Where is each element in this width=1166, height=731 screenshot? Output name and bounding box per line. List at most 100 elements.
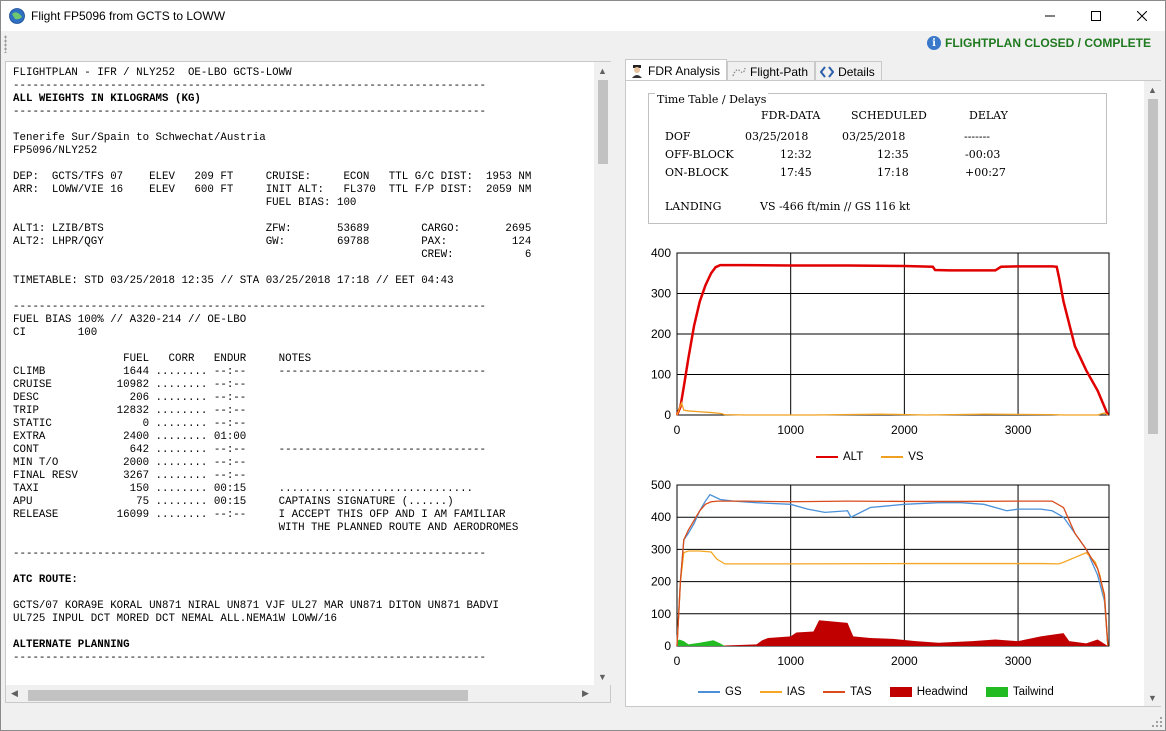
scroll-right-arrow-icon[interactable]: ▶ [577, 685, 594, 702]
ofp-line: CREW: 6 [13, 249, 532, 261]
resize-grip-icon[interactable] [1151, 716, 1163, 728]
legend-item-tas: TAS [823, 686, 872, 698]
ofp-line: CRUISE 10982 ........ --:-- [13, 379, 247, 391]
x-tick-label: 2000 [891, 423, 918, 437]
tab-details[interactable]: Details [815, 61, 882, 81]
legend-swatch [985, 687, 1008, 697]
series-line-tas [676, 500, 1109, 647]
fdr-analysis-panel: Time Table / Delays FDR-DATA SCHEDULED D… [625, 80, 1161, 707]
ofp-horizontal-scrollbar[interactable]: ◀ ▶ [6, 685, 610, 702]
close-button[interactable] [1119, 1, 1165, 31]
scroll-up-arrow-icon[interactable]: ▲ [1144, 81, 1161, 98]
timetable-header-fdr: FDR-DATA [761, 109, 821, 122]
analysis-tabs: FDR Analysis Flight-Path Details [625, 59, 882, 81]
timetable-group: Time Table / Delays FDR-DATA SCHEDULED D… [648, 93, 1107, 224]
ofp-line [13, 262, 593, 275]
timetable-delay-value: +00:27 [965, 166, 1006, 179]
y-tick-label: 300 [651, 287, 671, 301]
globe-icon [9, 8, 25, 24]
ofp-line: GCTS/07 KORA9E KORAL UN871 NIRAL UN871 V… [13, 600, 499, 612]
x-tick-label: 1000 [777, 423, 804, 437]
legend-label: GS [725, 686, 742, 698]
ofp-line [13, 626, 593, 639]
ofp-line [13, 210, 593, 223]
ofp-horizontal-scroll-thumb[interactable] [28, 690, 468, 701]
minimize-icon [1045, 15, 1055, 17]
scroll-down-arrow-icon[interactable]: ▼ [594, 668, 611, 685]
ofp-line: CONT 642 ........ --:-- ----------------… [13, 444, 486, 456]
landing-value: VS -466 ft/min // GS 116 kt [760, 200, 911, 213]
tab-label: Flight-Path [750, 64, 809, 79]
title-bar: Flight FP5096 from GCTS to LOWW [1, 1, 1165, 31]
ofp-line: TIMETABLE: STD 03/25/2018 12:35 // STA 0… [13, 275, 454, 287]
ofp-text[interactable]: FLIGHTPLAN - IFR / NLY252 OE-LBO GCTS-LO… [13, 67, 593, 679]
ofp-line: FP5096/NLY252 [13, 145, 98, 157]
timetable-delay-value: ------- [964, 130, 991, 143]
altitude-vs-chart: 0 1000 2000 3000 0 100 200 300 400 [651, 246, 1110, 437]
timetable-title: Time Table / Delays [655, 93, 769, 106]
timetable-row-label: DOF [665, 130, 691, 143]
ofp-line: MIN T/O 2000 ........ --:-- [13, 457, 247, 469]
dotted-path-icon [732, 67, 746, 76]
ofp-line: EXTRA 2400 ........ 01:00 [13, 431, 247, 443]
ofp-line: ----------------------------------------… [13, 80, 486, 92]
ofp-line [13, 340, 593, 353]
ofp-line: FLIGHTPLAN - IFR / NLY252 OE-LBO GCTS-LO… [13, 67, 292, 79]
legend-swatch [816, 456, 838, 458]
ofp-line: CI 100 [13, 327, 98, 339]
ofp-line [13, 288, 593, 301]
analysis-vertical-scroll-thumb[interactable] [1148, 99, 1158, 434]
flight-window: Flight FP5096 from GCTS to LOWW i FLIGHT… [0, 0, 1166, 731]
ofp-line: RELEASE 16099 ........ --:-- I ACCEPT TH… [13, 509, 506, 521]
legend-item-headwind: Headwind [889, 686, 968, 698]
ofp-line: FUEL BIAS: 100 [13, 197, 357, 209]
speed-wind-chart: 0 1000 2000 3000 0 100 200 300 400 500 [651, 478, 1110, 668]
scroll-down-arrow-icon[interactable]: ▼ [1144, 689, 1161, 706]
y-tick-label: 400 [651, 246, 671, 260]
toolstrip-grip[interactable] [4, 35, 7, 53]
x-tick-label: 2000 [891, 654, 918, 668]
ofp-vertical-scrollbar[interactable]: ▲ ▼ [594, 62, 611, 685]
ofp-line: ALT1: LZIB/BTS ZFW: 53689 CARGO: 2695 [13, 223, 532, 235]
x-tick-label: 3000 [1005, 654, 1032, 668]
ofp-line [13, 587, 593, 600]
scroll-up-arrow-icon[interactable]: ▲ [594, 62, 611, 79]
legend-swatch [889, 687, 912, 697]
status-toolstrip: i FLIGHTPLAN CLOSED / COMPLETE [1, 31, 1165, 57]
x-tick-label: 3000 [1005, 423, 1032, 437]
ofp-line: FUEL CORR ENDUR NOTES [13, 353, 312, 365]
ofp-line: ALT2: LHPR/QGY GW: 69788 PAX: 124 [13, 236, 532, 248]
ofp-line: FINAL RESV 3267 ........ --:-- [13, 470, 247, 482]
legend-item-alt: ALT [816, 451, 863, 463]
ofp-text-pane[interactable]: FLIGHTPLAN - IFR / NLY252 OE-LBO GCTS-LO… [5, 61, 611, 703]
ofp-line: TRIP 12832 ........ --:-- [13, 405, 247, 417]
minimize-button[interactable] [1027, 1, 1073, 31]
scroll-left-arrow-icon[interactable]: ◀ [6, 685, 23, 702]
maximize-button[interactable] [1073, 1, 1119, 31]
legend-swatch [823, 691, 846, 693]
y-tick-label: 100 [651, 607, 671, 621]
timetable-header-delay: DELAY [969, 109, 1008, 122]
flightplan-status: i FLIGHTPLAN CLOSED / COMPLETE [927, 36, 1151, 50]
ofp-line: ARR: LOWW/VIE 16 ELEV 600 FT INIT ALT: F… [13, 184, 532, 196]
ofp-line [13, 535, 593, 548]
legend-swatch [759, 691, 782, 693]
ofp-line: DESC 206 ........ --:-- [13, 392, 247, 404]
y-tick-label: 300 [651, 542, 671, 556]
ofp-vertical-scroll-thumb[interactable] [598, 80, 608, 164]
y-tick-label: 100 [651, 368, 671, 382]
ofp-line [13, 158, 593, 171]
series-line-ias [676, 550, 1109, 647]
ofp-line: TAXI 150 ........ 00:15 ................… [13, 483, 474, 495]
analysis-vertical-scrollbar[interactable]: ▲ ▼ [1144, 81, 1161, 706]
ofp-line: FUEL BIAS 100% // A320-214 // OE-LBO [13, 314, 247, 326]
legend-swatch [881, 456, 904, 458]
ofp-line: STATIC 0 ........ --:-- [13, 418, 247, 430]
timetable-scheduled-value: 17:18 [877, 166, 909, 179]
ofp-line: DEP: GCTS/TFS 07 ELEV 209 FT CRUISE: ECO… [13, 171, 532, 183]
series-line-alt [675, 263, 1110, 416]
tab-flight-path[interactable]: Flight-Path [727, 61, 816, 81]
ofp-line: ALTERNATE PLANNING [13, 639, 130, 651]
tab-fdr-analysis[interactable]: FDR Analysis [625, 59, 728, 81]
x-tick-label: 0 [674, 423, 681, 437]
